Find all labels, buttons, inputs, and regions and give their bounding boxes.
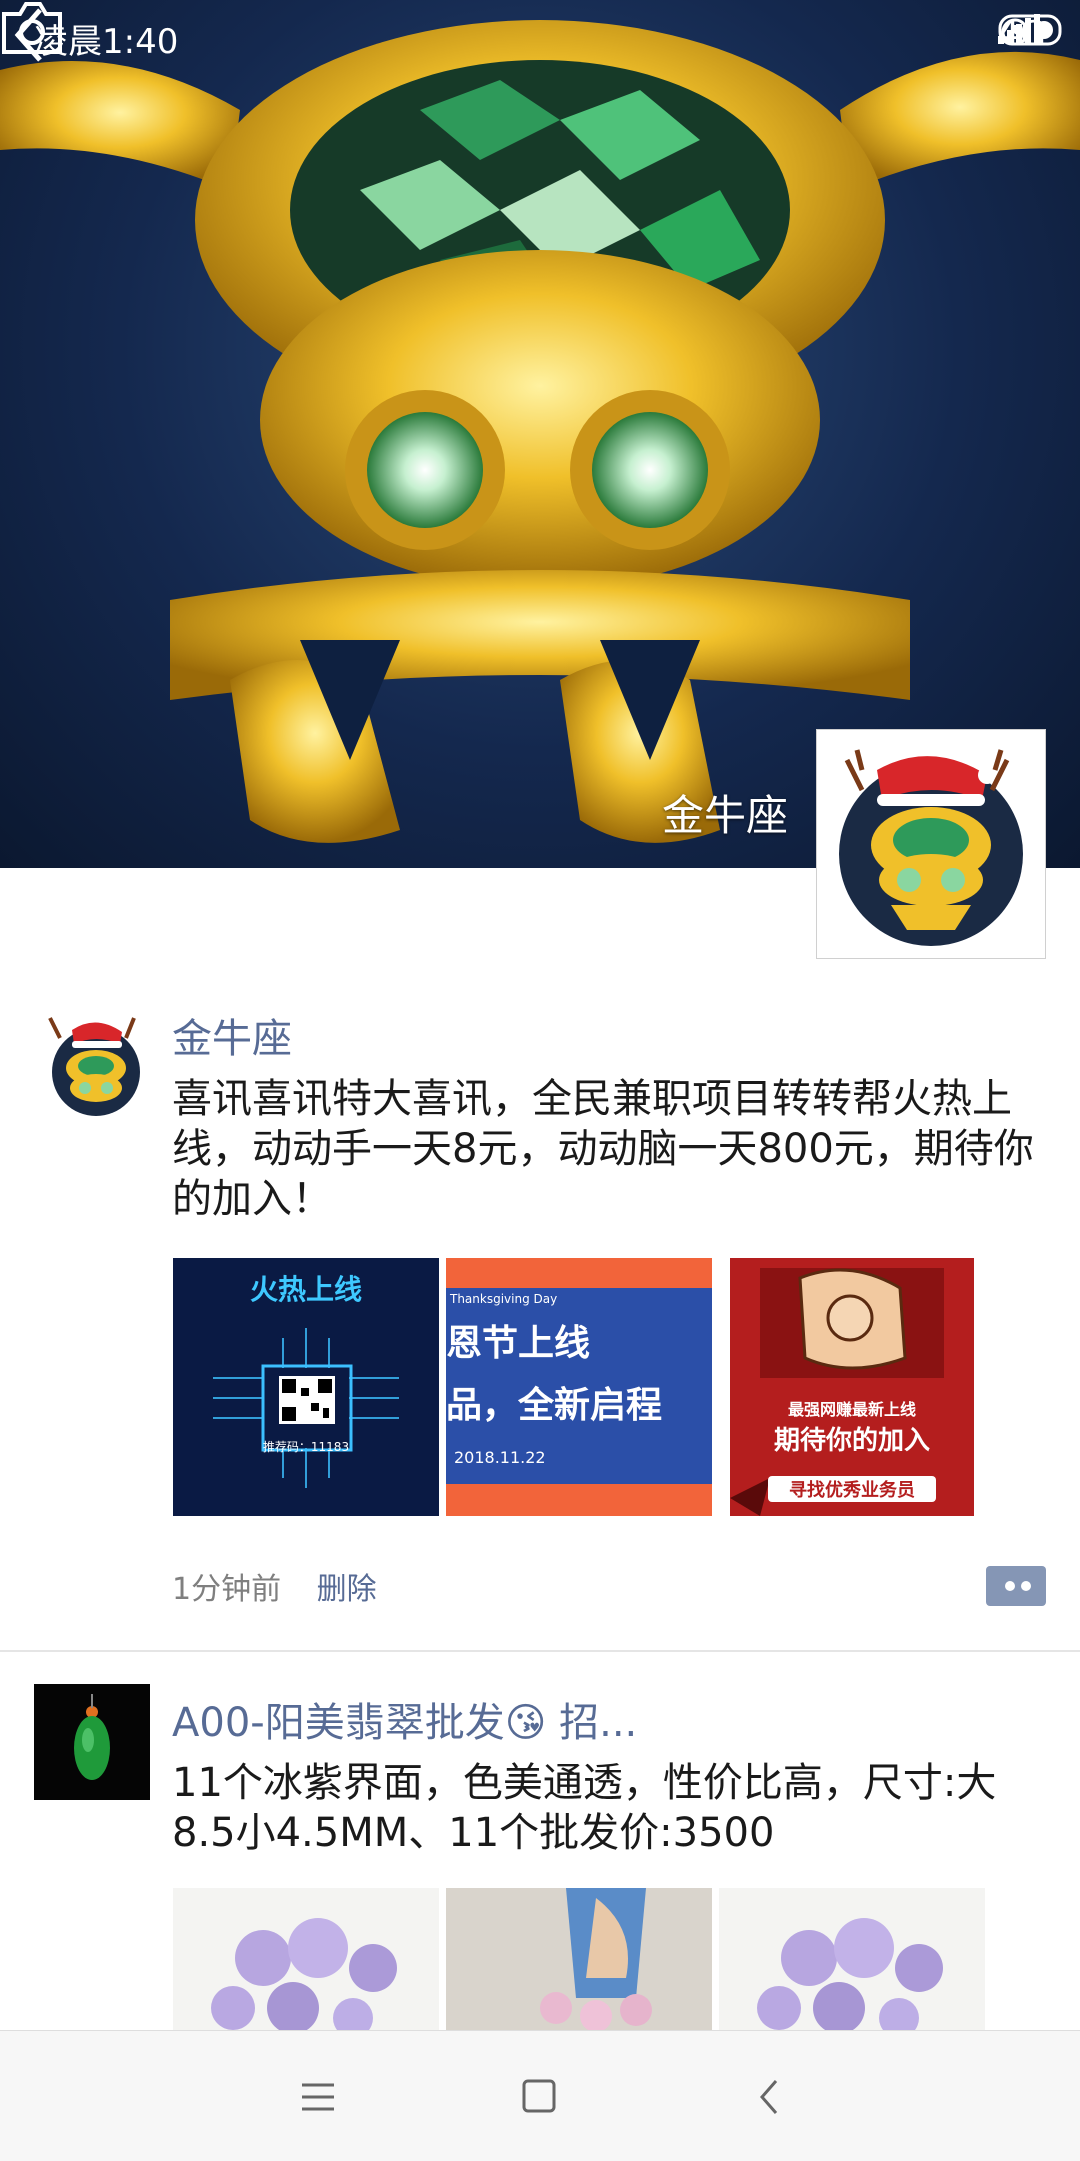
post-divider [0,1650,1080,1652]
post-photo[interactable]: Thanksgiving Day 恩节上线 品，全新启程 2018.11.22 [446,1258,712,1516]
photo-caption: 推荐码：11183 [262,1440,350,1454]
photo-title: 最强网赚最新上线 [787,1400,916,1419]
lavender-jade-beads-image [757,1918,943,2030]
post-author-avatar[interactable] [38,1004,154,1120]
battery-icon [998,14,1062,46]
lavender-jade-beads-image [211,1918,397,2030]
camera-icon[interactable] [0,0,64,56]
post-photo[interactable] [719,1888,985,2030]
post-photo[interactable]: 最强网赚最新上线 期待你的加入 寻找优秀业务员 [730,1258,974,1516]
jade-pendant-image [74,1694,110,1780]
post-author-name[interactable]: A00-阳美翡翠批发😘 招... [172,1690,637,1748]
post-photo[interactable] [446,1888,712,2030]
photo-tag: Thanksgiving Day [450,1292,558,1306]
post-photo[interactable]: 火热上线 推荐码：11183 [173,1258,439,1516]
menu-icon[interactable] [288,2069,348,2125]
bull-avatar-image [839,749,1023,946]
post-text: 喜讯喜讯特大喜讯，全民兼职项目转转帮火热上线，动动手一天8元，动动脑一天800元… [172,1076,1034,1222]
post-text: 11个冰紫界面，色美通透，性价比高，尺寸:大8.5小4.5MM、11个批发价:3… [172,1760,997,1856]
post-time: 1分钟前 [172,1572,282,1607]
post-photo[interactable] [173,1888,439,2030]
comment-options-button[interactable] [978,1566,1046,1606]
bull-avatar-image [38,1004,154,1120]
back-nav-icon[interactable] [740,2069,800,2125]
photo-subtitle: 期待你的加入 [773,1426,930,1456]
status-icons: 4G [998,14,1062,54]
photo-date: 2018.11.22 [454,1448,546,1467]
photo-title: 恩节上线 [446,1323,591,1364]
post-author-name[interactable]: 金牛座 [172,1006,292,1064]
photo-footer: 寻找优秀业务员 [768,1476,936,1502]
photo-subtitle: 品，全新启程 [446,1385,663,1426]
status-bar: 凌晨1:40 4G [0,0,1080,70]
profile-avatar[interactable] [816,729,1046,959]
more-dots-icon [978,1578,1031,1594]
post-author-avatar[interactable] [34,1684,150,1800]
cover-username: 金牛座 [661,791,788,840]
delete-button[interactable]: 删除 [317,1572,377,1607]
post-meta: 1分钟前 删除 [172,1564,377,1608]
system-navigation-bar [0,2030,1080,2161]
photo-title: 火热上线 [249,1273,362,1306]
hand-with-jade-image [540,1888,652,2030]
home-icon[interactable] [510,2069,570,2125]
